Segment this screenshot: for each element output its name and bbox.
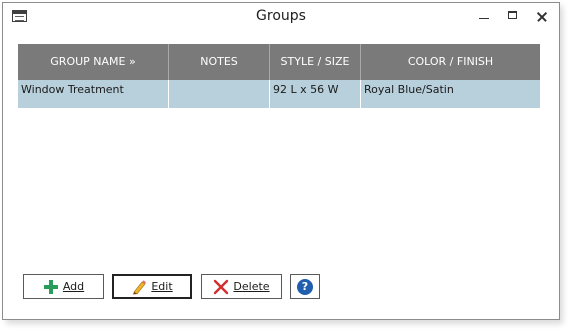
- help-button[interactable]: ?: [290, 274, 320, 299]
- cell-notes[interactable]: [169, 80, 270, 108]
- minimize-button[interactable]: [472, 7, 496, 25]
- edit-button[interactable]: Edit: [112, 274, 192, 299]
- column-header-style-size[interactable]: STYLE / SIZE: [270, 44, 361, 80]
- column-header-group-name[interactable]: GROUP NAME »: [18, 44, 169, 80]
- cell-color-finish[interactable]: Royal Blue/Satin: [361, 80, 540, 108]
- edit-button-label: Edit: [151, 280, 173, 293]
- pencil-icon: [131, 279, 147, 295]
- delete-button-label: Delete: [233, 280, 270, 293]
- cell-group-name[interactable]: Window Treatment: [18, 80, 169, 108]
- table-row[interactable]: Window Treatment 92 L x 56 W Royal Blue/…: [18, 80, 540, 108]
- grid-header: GROUP NAME » NOTES STYLE / SIZE COLOR / …: [18, 44, 540, 80]
- add-button-label: Add: [62, 280, 85, 293]
- column-header-notes[interactable]: NOTES: [169, 44, 270, 80]
- column-header-color-finish[interactable]: COLOR / FINISH: [361, 44, 540, 80]
- help-icon: ?: [297, 278, 313, 295]
- x-icon: [213, 279, 229, 295]
- title-bar[interactable]: Groups: [3, 3, 559, 31]
- groups-window: Groups GROUP NAME » NOTES STYLE / SIZE C…: [2, 2, 560, 320]
- maximize-button[interactable]: [501, 7, 525, 25]
- groups-grid: GROUP NAME » NOTES STYLE / SIZE COLOR / …: [18, 44, 540, 108]
- close-button[interactable]: [530, 7, 554, 25]
- cell-style-size[interactable]: 92 L x 56 W: [270, 80, 361, 108]
- delete-button[interactable]: Delete: [201, 274, 282, 299]
- add-button[interactable]: Add: [23, 274, 104, 299]
- plus-icon: [43, 279, 59, 295]
